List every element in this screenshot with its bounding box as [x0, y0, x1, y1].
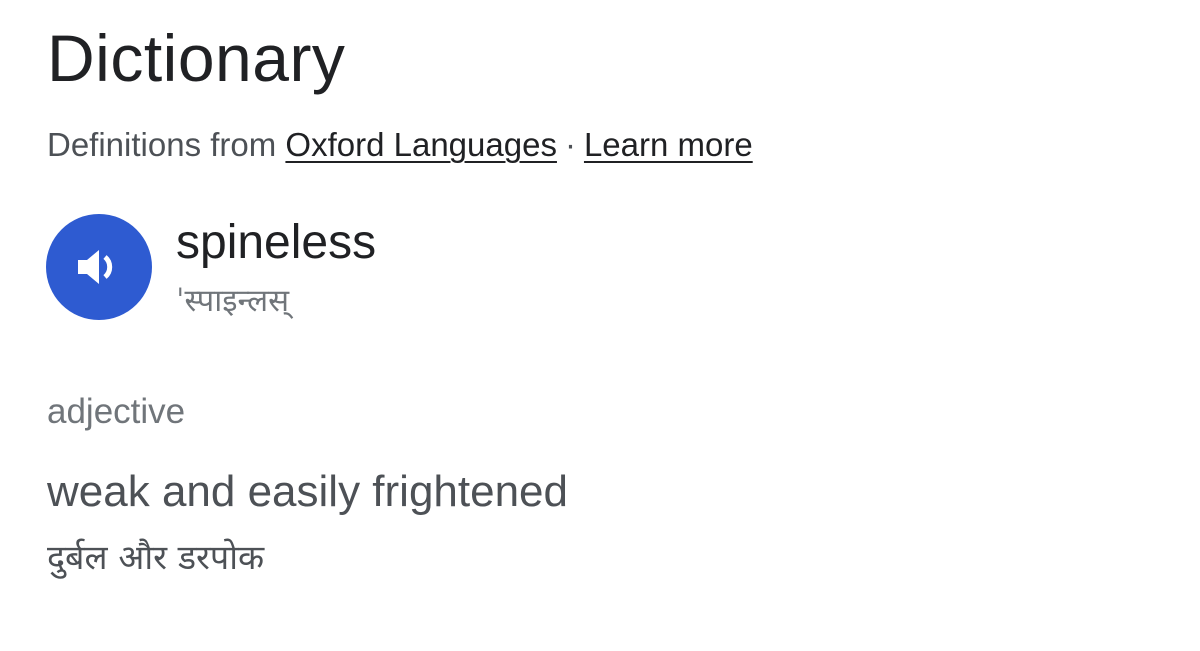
definition-translation: दुर्बल और डरपोक [47, 538, 265, 578]
oxford-languages-link[interactable]: Oxford Languages [285, 126, 557, 163]
speaker-icon [78, 250, 113, 284]
source-prefix: Definitions from [47, 126, 277, 163]
source-attribution: Definitions from Oxford Languages · Learn … [47, 124, 753, 166]
learn-more-link[interactable]: Learn more [584, 126, 753, 163]
pronunciation-audio-button[interactable] [46, 214, 152, 320]
phonetic-transcription: ˈस्पाइन्लस् [176, 283, 290, 319]
definition-text: weak and easily frightened [47, 467, 568, 516]
separator: · [564, 126, 576, 163]
part-of-speech: adjective [47, 392, 186, 431]
headword: spineless [176, 216, 377, 269]
page-title: Dictionary [47, 21, 346, 95]
